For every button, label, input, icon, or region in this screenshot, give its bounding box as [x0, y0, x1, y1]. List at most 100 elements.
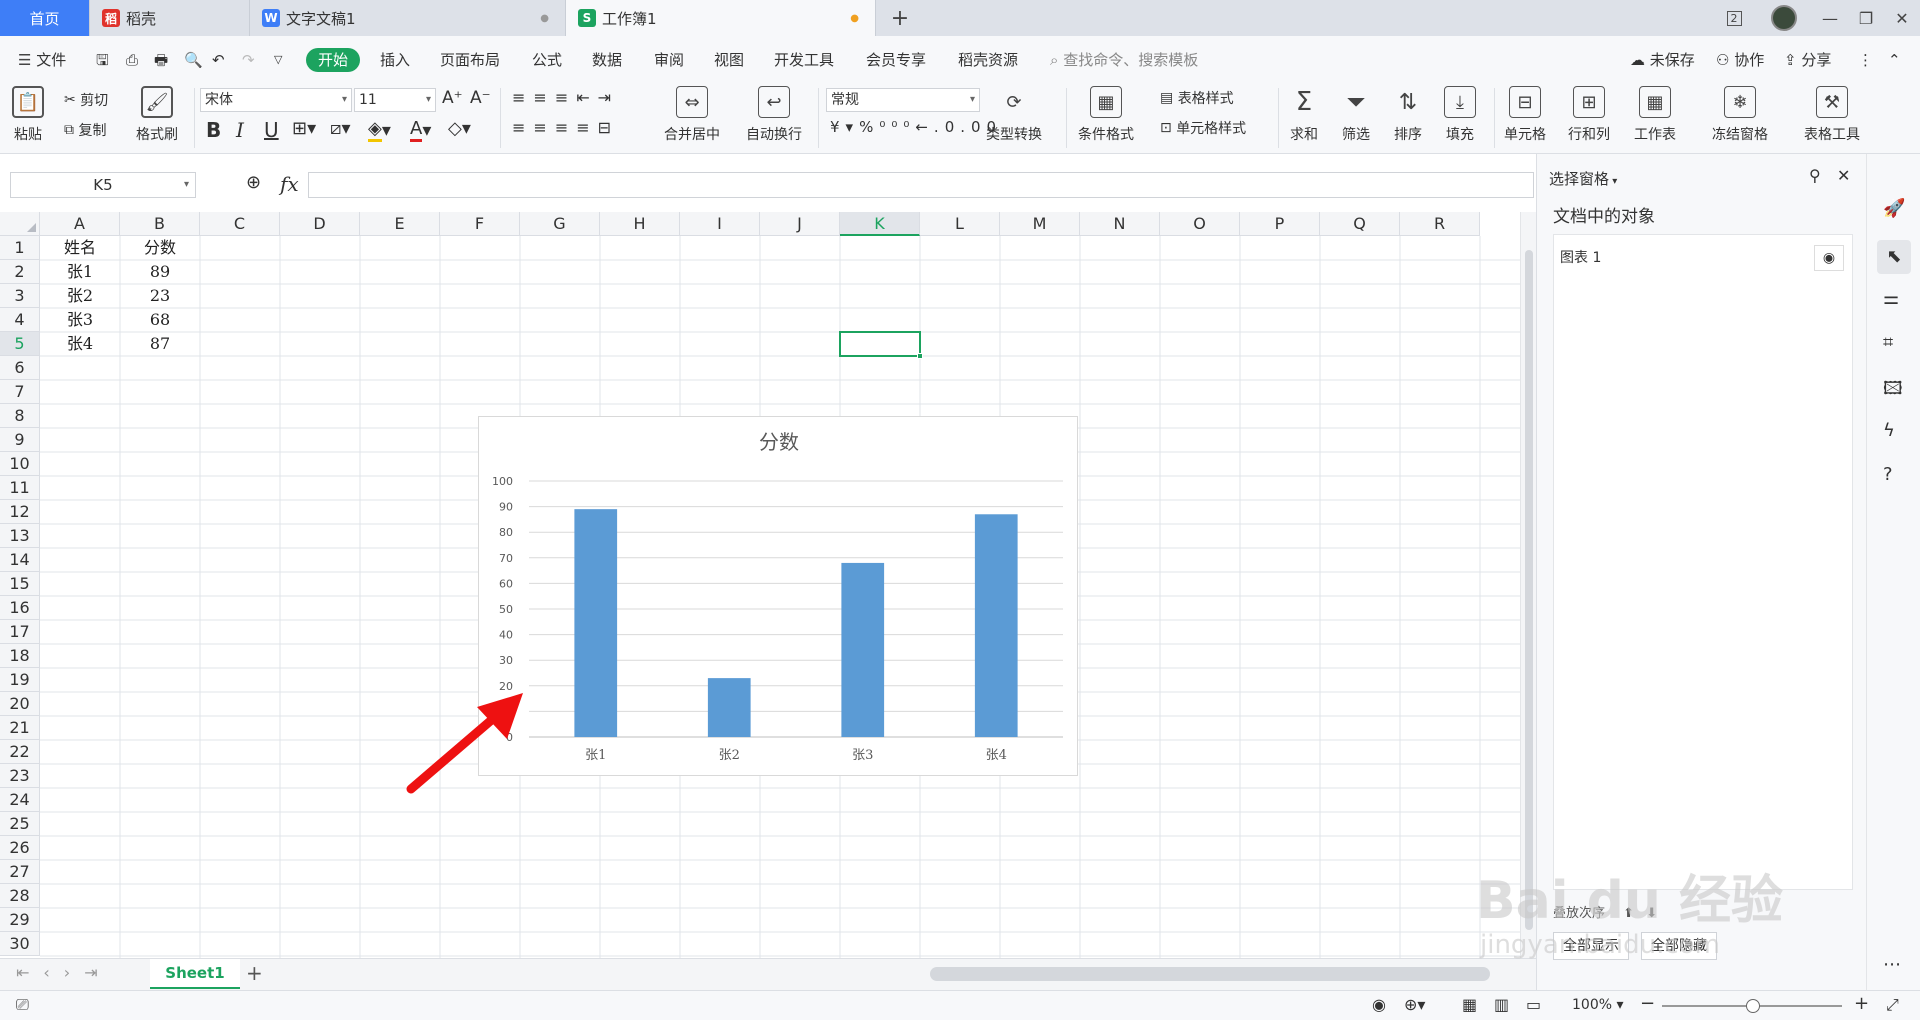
copy-button[interactable]: ⧉ 复制 [64, 120, 106, 140]
bar-chart[interactable]: 分数0102030405060708090100张1张2张3张4 [478, 416, 1078, 776]
more-options-icon[interactable]: ⋯ [1883, 954, 1901, 975]
menu-member[interactable]: 会员专享 [866, 48, 926, 72]
column-header-A[interactable]: A [40, 212, 120, 236]
zoom-slider-thumb[interactable] [1746, 999, 1760, 1013]
row-header-12[interactable]: 12 [0, 500, 40, 524]
menu-developer[interactable]: 开发工具 [774, 48, 834, 72]
close-window-icon[interactable]: ✕ [1882, 0, 1920, 36]
row-header-5[interactable]: 5 [0, 332, 40, 356]
selected-cell-outline[interactable] [839, 331, 923, 359]
cells-button[interactable]: ⊟ 单元格 [1504, 86, 1546, 144]
rows-cols-button[interactable]: ⊞ 行和列 [1568, 86, 1610, 144]
sort-button[interactable]: ⇅ 排序 [1392, 86, 1424, 144]
normal-view-icon[interactable]: ▦ [1462, 995, 1477, 1014]
column-header-H[interactable]: H [600, 212, 680, 236]
fx-icon[interactable]: fx [280, 172, 299, 196]
undo-icon[interactable]: ↶ [212, 48, 225, 72]
tab-workbook[interactable]: S 工作簿1 ● [566, 0, 876, 36]
zoom-out-icon[interactable]: − [1640, 993, 1655, 1014]
menu-start[interactable]: 开始 [306, 48, 361, 72]
fill-color-icon[interactable]: ◈ ▾ [368, 118, 391, 142]
column-header-B[interactable]: B [120, 212, 200, 236]
name-box[interactable]: K5 ▾ [10, 172, 196, 198]
cell-B4[interactable]: 68 [120, 308, 200, 332]
tab-home[interactable]: 首页 [0, 0, 90, 36]
column-header-M[interactable]: M [1000, 212, 1080, 236]
merge-center-button[interactable]: ⇔ 合并居中 [664, 86, 720, 144]
row-header-26[interactable]: 26 [0, 836, 40, 860]
type-convert-button[interactable]: ⟳ 类型转换 [986, 86, 1042, 144]
file-menu[interactable]: ☰ 文件 [18, 48, 66, 72]
row-header-14[interactable]: 14 [0, 548, 40, 572]
row-header-3[interactable]: 3 [0, 284, 40, 308]
row-header-1[interactable]: 1 [0, 236, 40, 260]
page-layout-view-icon[interactable]: ▥ [1494, 995, 1509, 1014]
close-dot-icon[interactable]: ● [540, 13, 549, 24]
lightning-icon[interactable]: ϟ [1883, 420, 1895, 441]
sliders-icon[interactable]: ⚌ [1883, 288, 1899, 309]
sheet-tab-sheet1[interactable]: Sheet1 [150, 959, 240, 989]
crop-icon[interactable]: ⌗ [1883, 332, 1893, 353]
close-pane-icon[interactable]: ✕ [1837, 166, 1850, 185]
row-header-10[interactable]: 10 [0, 452, 40, 476]
wrap-text-button[interactable]: ↩ 自动换行 [746, 86, 802, 144]
help-icon[interactable]: ? [1883, 464, 1893, 485]
row-header-17[interactable]: 17 [0, 620, 40, 644]
column-header-G[interactable]: G [520, 212, 600, 236]
row-header-25[interactable]: 25 [0, 812, 40, 836]
table-style-button[interactable]: ▤ 表格样式 [1160, 88, 1234, 108]
cell-A4[interactable]: 张3 [40, 308, 120, 332]
column-header-N[interactable]: N [1080, 212, 1160, 236]
cell-A1[interactable]: 姓名 [40, 236, 120, 260]
column-header-D[interactable]: D [280, 212, 360, 236]
row-header-11[interactable]: 11 [0, 476, 40, 500]
font-color-icon[interactable]: A ▾ [410, 118, 431, 142]
table-tools-button[interactable]: ⚒ 表格工具 [1804, 86, 1860, 144]
vertical-scroll-thumb[interactable] [1525, 250, 1533, 930]
horizontal-align-icons[interactable]: ≡≡≡≡⊟ [512, 118, 619, 137]
bold-icon[interactable]: B [206, 118, 221, 142]
page-break-view-icon[interactable]: ▭ [1526, 995, 1541, 1014]
share-button[interactable]: ⇪ 分享 [1784, 48, 1831, 72]
cell-A5[interactable]: 张4 [40, 332, 120, 356]
column-header-P[interactable]: P [1240, 212, 1320, 236]
column-header-R[interactable]: R [1400, 212, 1480, 236]
menu-page-layout[interactable]: 页面布局 [440, 48, 500, 72]
sum-button[interactable]: Σ 求和 [1288, 86, 1320, 144]
row-header-9[interactable]: 9 [0, 428, 40, 452]
row-header-4[interactable]: 4 [0, 308, 40, 332]
avatar[interactable] [1764, 0, 1804, 36]
column-header-J[interactable]: J [760, 212, 840, 236]
column-header-L[interactable]: L [920, 212, 1000, 236]
menu-review[interactable]: 审阅 [654, 48, 684, 72]
row-header-21[interactable]: 21 [0, 716, 40, 740]
fill-button[interactable]: ⤓ 填充 [1444, 86, 1476, 144]
save-icon[interactable]: 🖫 [96, 48, 109, 72]
cell-A3[interactable]: 张2 [40, 284, 120, 308]
new-tab-plus-icon[interactable]: + [880, 0, 920, 36]
column-header-K[interactable]: K [840, 212, 920, 236]
collab-button[interactable]: ⚇ 协作 [1716, 48, 1764, 72]
column-header-C[interactable]: C [200, 212, 280, 236]
font-name-select[interactable]: 宋体 ▾ [200, 88, 352, 112]
cell-B3[interactable]: 23 [120, 284, 200, 308]
tab-daoke[interactable]: 稻 稻壳 [90, 0, 250, 36]
command-search[interactable]: ⌕ 查找命令、搜索模板 [1050, 48, 1198, 72]
menu-insert[interactable]: 插入 [380, 48, 410, 72]
eye-icon[interactable]: ◉ [1814, 245, 1844, 271]
menu-data[interactable]: 数据 [592, 48, 622, 72]
italic-icon[interactable]: I [236, 118, 244, 142]
number-format-select[interactable]: 常规 ▾ [826, 88, 980, 112]
row-header-19[interactable]: 19 [0, 668, 40, 692]
row-header-8[interactable]: 8 [0, 404, 40, 428]
cell-effect-icon[interactable]: ⧄▾ [330, 118, 350, 139]
zoom-level[interactable]: 100% ▾ [1572, 997, 1624, 1013]
cell-style-button[interactable]: ⊡ 单元格样式 [1160, 118, 1246, 138]
collapse-ribbon-icon[interactable]: ⌃ [1888, 48, 1901, 72]
filter-button[interactable]: ⏷ 筛选 [1340, 86, 1372, 144]
border-icon[interactable]: ⊞▾ [292, 118, 316, 139]
cell-B5[interactable]: 87 [120, 332, 200, 356]
vertical-scrollbar[interactable] [1520, 212, 1536, 958]
menu-daoke-resources[interactable]: 稻壳资源 [958, 48, 1018, 72]
underline-icon[interactable]: U [264, 118, 279, 142]
